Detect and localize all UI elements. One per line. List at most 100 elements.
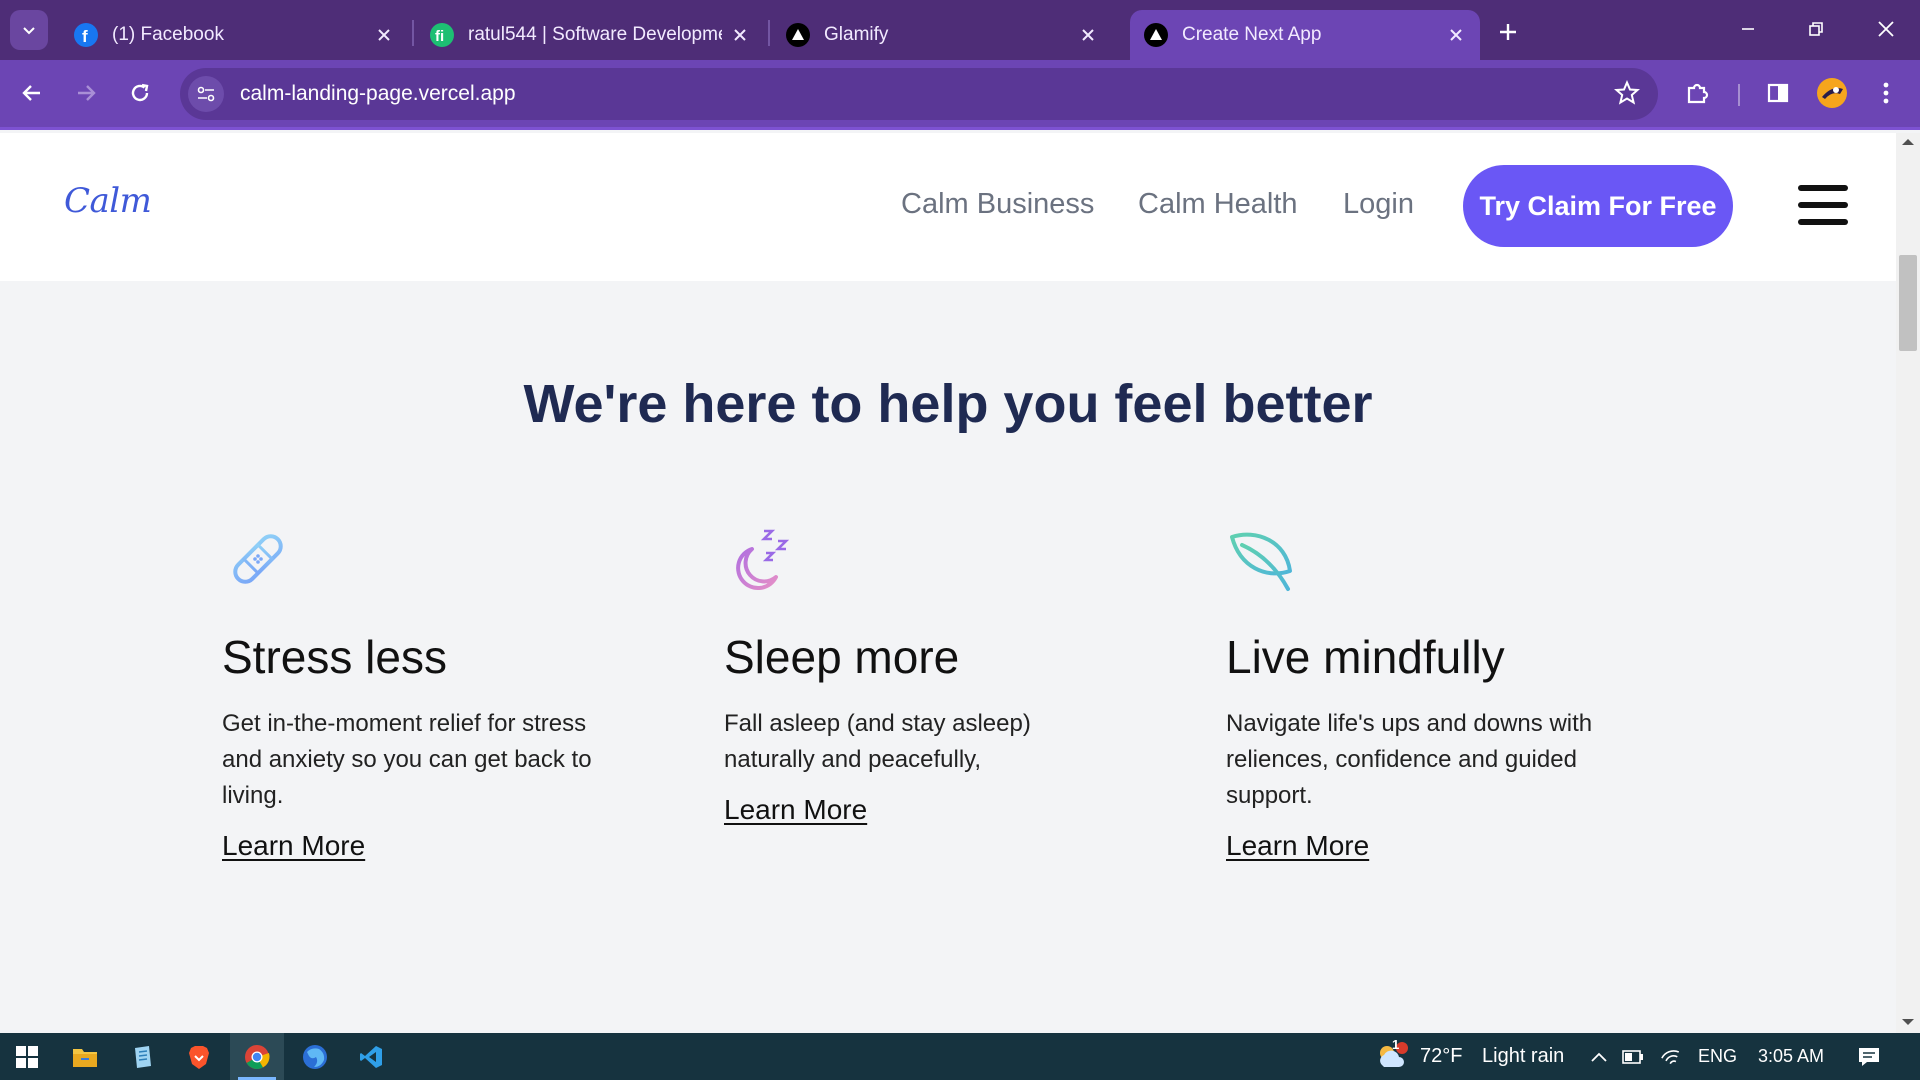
feature-live-mindfully: Live mindfully Navigate life's ups and d… [1226, 523, 1646, 862]
browser-toolbar: calm-landing-page.vercel.app [0, 60, 1920, 130]
feature-title: Sleep more [724, 631, 960, 683]
battery-icon[interactable] [1620, 1044, 1646, 1070]
windows-taskbar: 1 72°F Light rain ENG 3:05 AM [0, 1033, 1920, 1080]
brave-icon[interactable] [172, 1033, 226, 1080]
leaf-icon [1230, 532, 1292, 591]
tab-title: Glamify [824, 24, 889, 45]
weather-badge: 1 [1392, 1037, 1400, 1052]
tab-search-button[interactable] [10, 10, 48, 50]
extensions-button[interactable] [1678, 73, 1718, 113]
new-tab-button[interactable] [1490, 14, 1526, 50]
profile-avatar[interactable] [1812, 73, 1852, 113]
moon-sleep-icon [736, 529, 790, 591]
tab-title: Create Next App [1182, 24, 1322, 45]
forward-button[interactable] [66, 73, 106, 113]
nav-calm-business[interactable]: Calm Business [901, 188, 1094, 221]
tab-create-next-app[interactable]: Create Next App [1130, 10, 1480, 60]
reload-button[interactable] [120, 73, 160, 113]
learn-more-link[interactable]: Learn More [1226, 830, 1369, 862]
feature-sleep-more: Sleep more Fall asleep (and stay asleep)… [724, 523, 1144, 826]
scroll-up-icon[interactable] [1902, 139, 1914, 145]
system-clock[interactable]: 3:05 AM [1758, 1046, 1824, 1067]
svg-text:f: f [82, 27, 88, 46]
side-panel-button[interactable] [1758, 73, 1798, 113]
tab-title: (1) Facebook [112, 24, 224, 45]
wifi-icon[interactable] [1658, 1044, 1684, 1070]
feature-title: Live mindfully [1226, 631, 1505, 683]
vercel-icon [786, 23, 810, 47]
arrow-left-icon [22, 85, 40, 101]
windows-start-icon[interactable] [0, 1033, 54, 1080]
weather-icon[interactable] [1374, 1041, 1408, 1073]
nav-calm-health[interactable]: Calm Health [1138, 188, 1298, 221]
nav-login[interactable]: Login [1343, 188, 1414, 221]
language-indicator[interactable]: ENG [1698, 1046, 1737, 1067]
section-title: We're here to help you feel better [523, 374, 1373, 434]
address-bar[interactable]: calm-landing-page.vercel.app [180, 68, 1658, 120]
tab-fiverr[interactable]: fi ratul544 | Software Developmer [416, 10, 764, 60]
close-tab-icon[interactable] [1078, 25, 1098, 45]
tab-title: ratul544 | Software Developmer [468, 24, 722, 45]
scrollbar-thumb[interactable] [1899, 255, 1917, 351]
browser-tab-bar: f (1) Facebook fi ratul544 | Software De… [0, 0, 1920, 60]
tab-separator [768, 20, 770, 46]
close-tab-icon[interactable] [1446, 25, 1466, 45]
back-button[interactable] [12, 73, 52, 113]
page-scrollbar[interactable] [1896, 133, 1920, 1033]
feature-title: Stress less [222, 631, 447, 683]
weather-temperature[interactable]: 72°F [1420, 1045, 1462, 1068]
plus-icon [1500, 24, 1516, 40]
calm-logo[interactable]: Calm [64, 181, 152, 221]
feature-description: Navigate life's ups and downs with relie… [1226, 710, 1593, 809]
arrow-right-icon [78, 85, 96, 101]
file-explorer-icon[interactable] [58, 1033, 112, 1080]
hamburger-bar [1798, 202, 1848, 208]
restore-button[interactable] [1788, 6, 1844, 52]
facebook-icon: f [74, 23, 98, 47]
close-tab-icon[interactable] [374, 25, 394, 45]
learn-more-link[interactable]: Learn More [724, 794, 867, 826]
hamburger-bar [1798, 185, 1848, 191]
close-tab-icon[interactable] [730, 25, 750, 45]
chrome-icon[interactable] [230, 1033, 284, 1080]
feature-description: Get in-the-moment relief for stress and … [222, 710, 592, 809]
chevron-up-icon[interactable] [1586, 1044, 1612, 1070]
vercel-icon [1144, 23, 1168, 47]
browser-menu-button[interactable] [1866, 73, 1906, 113]
svg-text:fi: fi [435, 28, 444, 45]
site-header: Calm Calm Business Calm Health Login Try… [0, 133, 1896, 281]
weather-condition[interactable]: Light rain [1482, 1045, 1564, 1068]
tab-glamify[interactable]: Glamify [772, 10, 1112, 60]
notification-center-icon[interactable] [1856, 1044, 1882, 1070]
restore-icon [1809, 22, 1823, 36]
notepad-icon[interactable] [116, 1033, 170, 1080]
hamburger-bar [1798, 219, 1848, 225]
chevron-down-icon [23, 27, 35, 35]
puzzle-icon [1687, 83, 1709, 104]
toolbar-divider [1738, 84, 1740, 106]
try-free-button[interactable]: Try Claim For Free [1463, 165, 1733, 247]
close-window-button[interactable] [1858, 6, 1914, 52]
scroll-down-icon[interactable] [1902, 1019, 1914, 1025]
feature-stress-less: Stress less Get in-the-moment relief for… [222, 523, 642, 862]
tab-separator [412, 20, 414, 46]
minimize-icon [1742, 28, 1754, 30]
reload-icon [131, 83, 149, 102]
bookmark-star-icon[interactable] [1614, 79, 1640, 111]
fiverr-icon: fi [430, 23, 454, 47]
avatar-icon [1817, 78, 1847, 108]
site-info-icon[interactable] [188, 76, 224, 112]
minimize-button[interactable] [1720, 6, 1776, 52]
url-text: calm-landing-page.vercel.app [240, 82, 516, 105]
kebab-menu-icon [1883, 82, 1889, 104]
vscode-icon[interactable] [344, 1033, 398, 1080]
tab-facebook[interactable]: f (1) Facebook [60, 10, 408, 60]
bandage-icon [233, 534, 283, 584]
firefox-icon[interactable] [288, 1033, 342, 1080]
learn-more-link[interactable]: Learn More [222, 830, 365, 862]
close-icon [1878, 21, 1894, 37]
hamburger-menu-icon[interactable] [1798, 185, 1848, 225]
web-page: Calm Calm Business Calm Health Login Try… [0, 133, 1896, 1033]
side-panel-icon [1767, 83, 1789, 103]
feature-description: Fall asleep (and stay asleep) naturally … [724, 710, 1031, 773]
